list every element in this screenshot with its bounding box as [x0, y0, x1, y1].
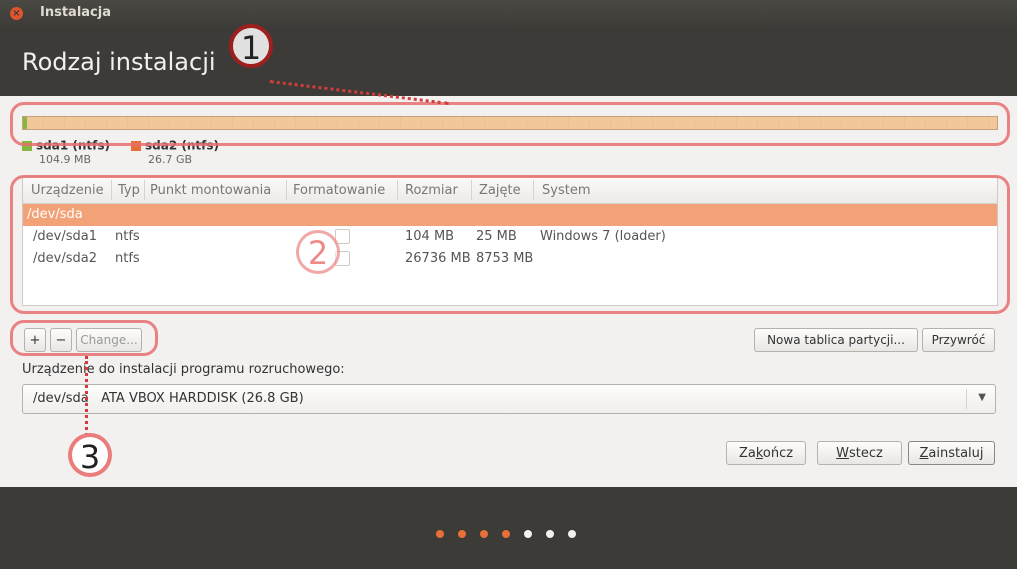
- install-button[interactable]: Zainstaluj: [908, 441, 995, 465]
- install-label-post: ainstaluj: [928, 446, 984, 461]
- close-icon[interactable]: ×: [10, 7, 23, 20]
- quit-button[interactable]: Zakończ: [726, 441, 806, 465]
- progress-dots: [436, 523, 590, 542]
- bootloader-select[interactable]: /dev/sda ATA VBOX HARDDISK (26.8 GB) ▼: [22, 384, 996, 414]
- annotation-marker-2: 2: [296, 230, 340, 274]
- page-title: Rodzaj instalacji: [22, 48, 216, 76]
- bootloader-device: /dev/sda: [33, 391, 89, 406]
- annotation-ring-disk: [10, 102, 1010, 146]
- title-bar: × Instalacja: [0, 0, 1017, 28]
- header: Rodzaj instalacji: [0, 28, 1017, 96]
- annotation-ring-table: [10, 175, 1010, 314]
- bootloader-description: ATA VBOX HARDDISK (26.8 GB): [101, 391, 304, 406]
- footer: [0, 487, 1017, 569]
- window-title: Instalacja: [40, 5, 111, 20]
- annotation-connector: [85, 356, 88, 436]
- revert-button[interactable]: Przywróć: [922, 328, 995, 352]
- progress-dot: [436, 530, 444, 538]
- legend-sda2-size: 26.7 GB: [148, 153, 193, 166]
- annotation-ring-buttons: [10, 320, 158, 356]
- bootloader-label: Urządzenie do instalacji programu rozruc…: [22, 362, 345, 377]
- quit-label-pre: Za: [738, 446, 756, 461]
- progress-dot: [524, 530, 532, 538]
- back-button[interactable]: Wstecz: [817, 441, 902, 465]
- annotation-marker-1: 1: [229, 24, 273, 68]
- progress-dot: [480, 530, 488, 538]
- progress-dot: [568, 530, 576, 538]
- progress-dot: [546, 530, 554, 538]
- bootloader-value: /dev/sda ATA VBOX HARDDISK (26.8 GB): [33, 391, 304, 406]
- back-label-post: stecz: [849, 446, 883, 461]
- legend-sda1-size: 104.9 MB: [39, 153, 92, 166]
- back-label-accel: W: [836, 446, 849, 461]
- quit-label-accel: k: [755, 446, 763, 461]
- chevron-down-icon[interactable]: ▼: [978, 392, 986, 403]
- new-partition-table-button[interactable]: Nowa tablica partycji...: [754, 328, 918, 352]
- annotation-marker-3: 3: [68, 433, 112, 477]
- combo-separator: [966, 389, 967, 409]
- progress-dot: [502, 530, 510, 538]
- quit-label-post: ończ: [762, 446, 794, 461]
- progress-dot: [458, 530, 466, 538]
